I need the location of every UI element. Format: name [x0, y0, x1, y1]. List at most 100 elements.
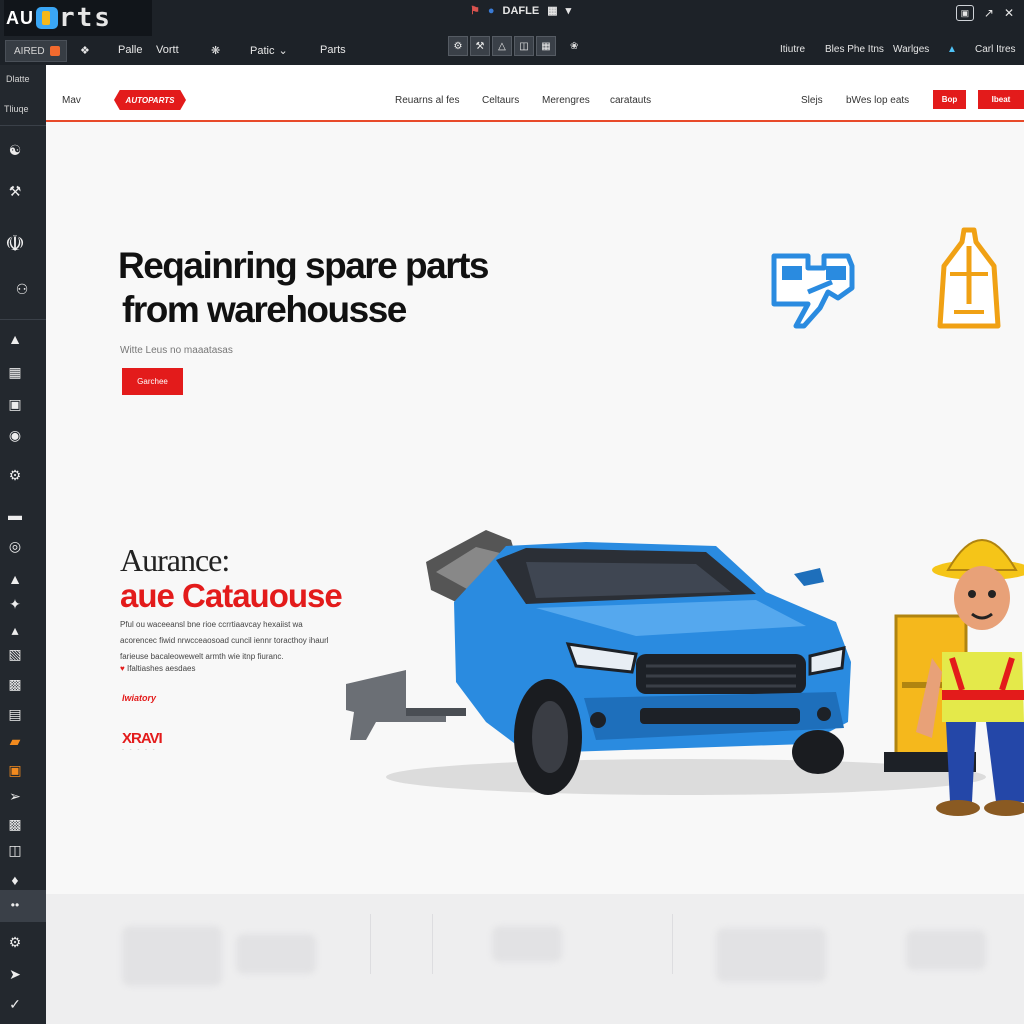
chassis-icon[interactable]: ▤ — [5, 705, 25, 723]
app-logo[interactable]: AU rts — [4, 0, 152, 36]
logo-au-text: AU — [6, 7, 34, 28]
tool-icon[interactable]: ⚒ — [470, 36, 490, 56]
sidebar: Dlatte Tliuqe ☯ ⚒ ☫ ⚇ ▲ ▦ ▣ ◉ ⚙ ▬ ◎ ▲ ✦ … — [0, 65, 46, 1024]
lift-icon[interactable]: ▰ — [5, 732, 25, 750]
hero-cta-button[interactable]: Garchee — [122, 368, 183, 395]
header-button-1[interactable]: Bop — [933, 90, 966, 109]
toolbar-item-patic-label: Patic — [250, 44, 275, 57]
piston-icon[interactable]: ▴ — [5, 621, 25, 639]
app-chrome: AU rts ⚑ ● DAFLE ▦ ▾ ▣ ↗ ✕ AIRED ❖ Palle… — [0, 0, 1024, 65]
tools-icon[interactable]: ✦ — [5, 595, 25, 613]
window-title-text: DAFLE — [502, 4, 540, 17]
sidebar-label-2[interactable]: Tliuqe — [4, 104, 29, 114]
tools-icon[interactable]: ⚒ — [5, 182, 25, 200]
brand-logo: XRAVI - - - - - — [122, 730, 163, 753]
footer-divider — [672, 914, 673, 974]
section-title-top: Aurance: — [120, 542, 230, 578]
flag-icon: ⚑ — [470, 5, 480, 17]
car-icon[interactable]: ▩ — [5, 815, 25, 833]
check-icon[interactable]: ✓ — [5, 995, 25, 1013]
bumper-icon[interactable]: ▬ — [5, 506, 25, 524]
palette-icon[interactable]: ❀ — [570, 41, 578, 52]
chevron-down-icon[interactable]: ▾ — [566, 4, 572, 17]
heart-icon: ♥ — [120, 664, 127, 673]
bucket-icon[interactable]: ☯ — [5, 141, 25, 159]
section-title-main: aue Catauouse — [120, 577, 343, 614]
toolbar-item-parts[interactable]: Parts — [320, 44, 346, 56]
more-icon: •• — [10, 898, 20, 912]
toolbar-item-palle[interactable]: Palle — [118, 44, 142, 56]
right-link-3[interactable]: Warlges — [893, 44, 929, 55]
nav-link-3[interactable]: Merengres — [542, 95, 590, 106]
right-link-1[interactable]: Itiutre — [780, 44, 805, 55]
footer-divider — [432, 914, 433, 974]
grid-icon[interactable]: ▦ — [547, 4, 557, 17]
window-controls: ▣ ↗ ✕ — [955, 5, 1014, 21]
car-icon[interactable]: ▲ — [5, 330, 25, 348]
wheel-icon[interactable]: ▩ — [5, 675, 25, 693]
tool-icon[interactable]: ▦ — [536, 36, 556, 56]
section-title: Aurance: aue Catauouse — [120, 540, 343, 616]
screen-icon[interactable]: ▣ — [955, 5, 974, 21]
sidebar-active-item[interactable]: •• — [0, 890, 46, 922]
door-icon[interactable]: ▧ — [5, 645, 25, 663]
tab-active-label: AIRED — [14, 45, 45, 57]
hero-subtitle: Witte Leus no maaatasas — [120, 345, 233, 356]
sidebar-divider — [0, 125, 46, 126]
car-icon[interactable]: ➢ — [5, 787, 25, 805]
tool-icon-group: ⚙ ⚒ △ ◫ ▦ — [448, 36, 556, 56]
car-icon[interactable]: ▲ — [947, 44, 957, 55]
toolbar-item-vortt[interactable]: Vortt — [156, 44, 179, 56]
car-icon[interactable]: ▣ — [5, 395, 25, 413]
wrench-icon[interactable]: ☫ — [5, 231, 25, 256]
settings-icon[interactable]: ❋ — [211, 44, 220, 57]
shield-icon: ● — [487, 4, 495, 17]
tire-icon[interactable]: ◎ — [5, 537, 25, 555]
section-tag[interactable]: Iwiatory — [122, 693, 156, 703]
tool-icon[interactable]: ⚙ — [448, 36, 468, 56]
car-icon[interactable]: ▦ — [5, 363, 25, 381]
tool-icon[interactable]: ◫ — [514, 36, 534, 56]
puzzle-icon[interactable]: ❖ — [80, 44, 90, 57]
seat-icon[interactable]: ▲ — [5, 570, 25, 588]
site-menu-link[interactable]: Mav — [62, 95, 81, 106]
hero-title: Reqainring spare parts from warehousse — [118, 244, 490, 332]
oil-can-icon — [937, 227, 1001, 329]
tools-icon[interactable]: ▣ — [5, 761, 25, 779]
site-header: Mav AUTOPARTS Reuarns al fes Celtaurs Me… — [46, 65, 1024, 122]
close-icon[interactable]: ✕ — [1004, 6, 1014, 20]
section-bullet: ♥ Ifaltiashes aesdaes — [120, 664, 195, 673]
brand-logo-text: XRAVI — [122, 730, 163, 747]
engine-icon[interactable]: ⚙ — [5, 466, 25, 484]
tab-badge-icon — [49, 46, 60, 56]
hero-title-line1: Reqainring spare parts — [118, 245, 490, 286]
footer-divider — [370, 914, 371, 974]
chevron-down-icon: ⌄ — [278, 45, 288, 57]
right-link-4[interactable]: Carl Itres — [975, 44, 1016, 55]
tab-active[interactable]: AIRED — [5, 40, 67, 62]
parts-box-icon — [771, 253, 855, 329]
arrow-icon[interactable]: ➤ — [5, 965, 25, 983]
footer-image-placeholder — [906, 930, 986, 970]
main-content: Reqainring spare parts from warehousse W… — [46, 122, 1024, 894]
nav-link-5[interactable]: Slejs — [801, 95, 823, 106]
sidebar-label-1[interactable]: Dlatte — [6, 74, 30, 84]
pin-icon[interactable]: ♦ — [5, 871, 25, 889]
nav-link-2[interactable]: Celtaurs — [482, 95, 519, 106]
tool-icon[interactable]: △ — [492, 36, 512, 56]
toolbar-item-patic[interactable]: Patic ⌄ — [250, 44, 288, 58]
gear-icon[interactable]: ⚙ — [5, 933, 25, 951]
expand-icon[interactable]: ↗ — [984, 6, 994, 20]
right-link-2[interactable]: Bles Phe Itns — [825, 44, 884, 55]
header-button-2[interactable]: Ibeat — [978, 90, 1024, 109]
nav-link-1[interactable]: Reuarns al fes — [395, 95, 459, 106]
brand-logo-sub: - - - - - — [122, 747, 157, 753]
nav-link-4[interactable]: caratauts — [610, 95, 651, 106]
switch-icon[interactable]: ⚇ — [5, 280, 39, 298]
tire-icon[interactable]: ◉ — [5, 426, 25, 444]
nav-link-6[interactable]: bWes lop eats — [846, 95, 909, 106]
footer-image-placeholder — [716, 928, 826, 982]
site-logo[interactable]: AUTOPARTS — [114, 90, 186, 110]
hero-title-line2: from warehousse — [122, 289, 407, 330]
car-icon[interactable]: ◫ — [5, 841, 25, 859]
